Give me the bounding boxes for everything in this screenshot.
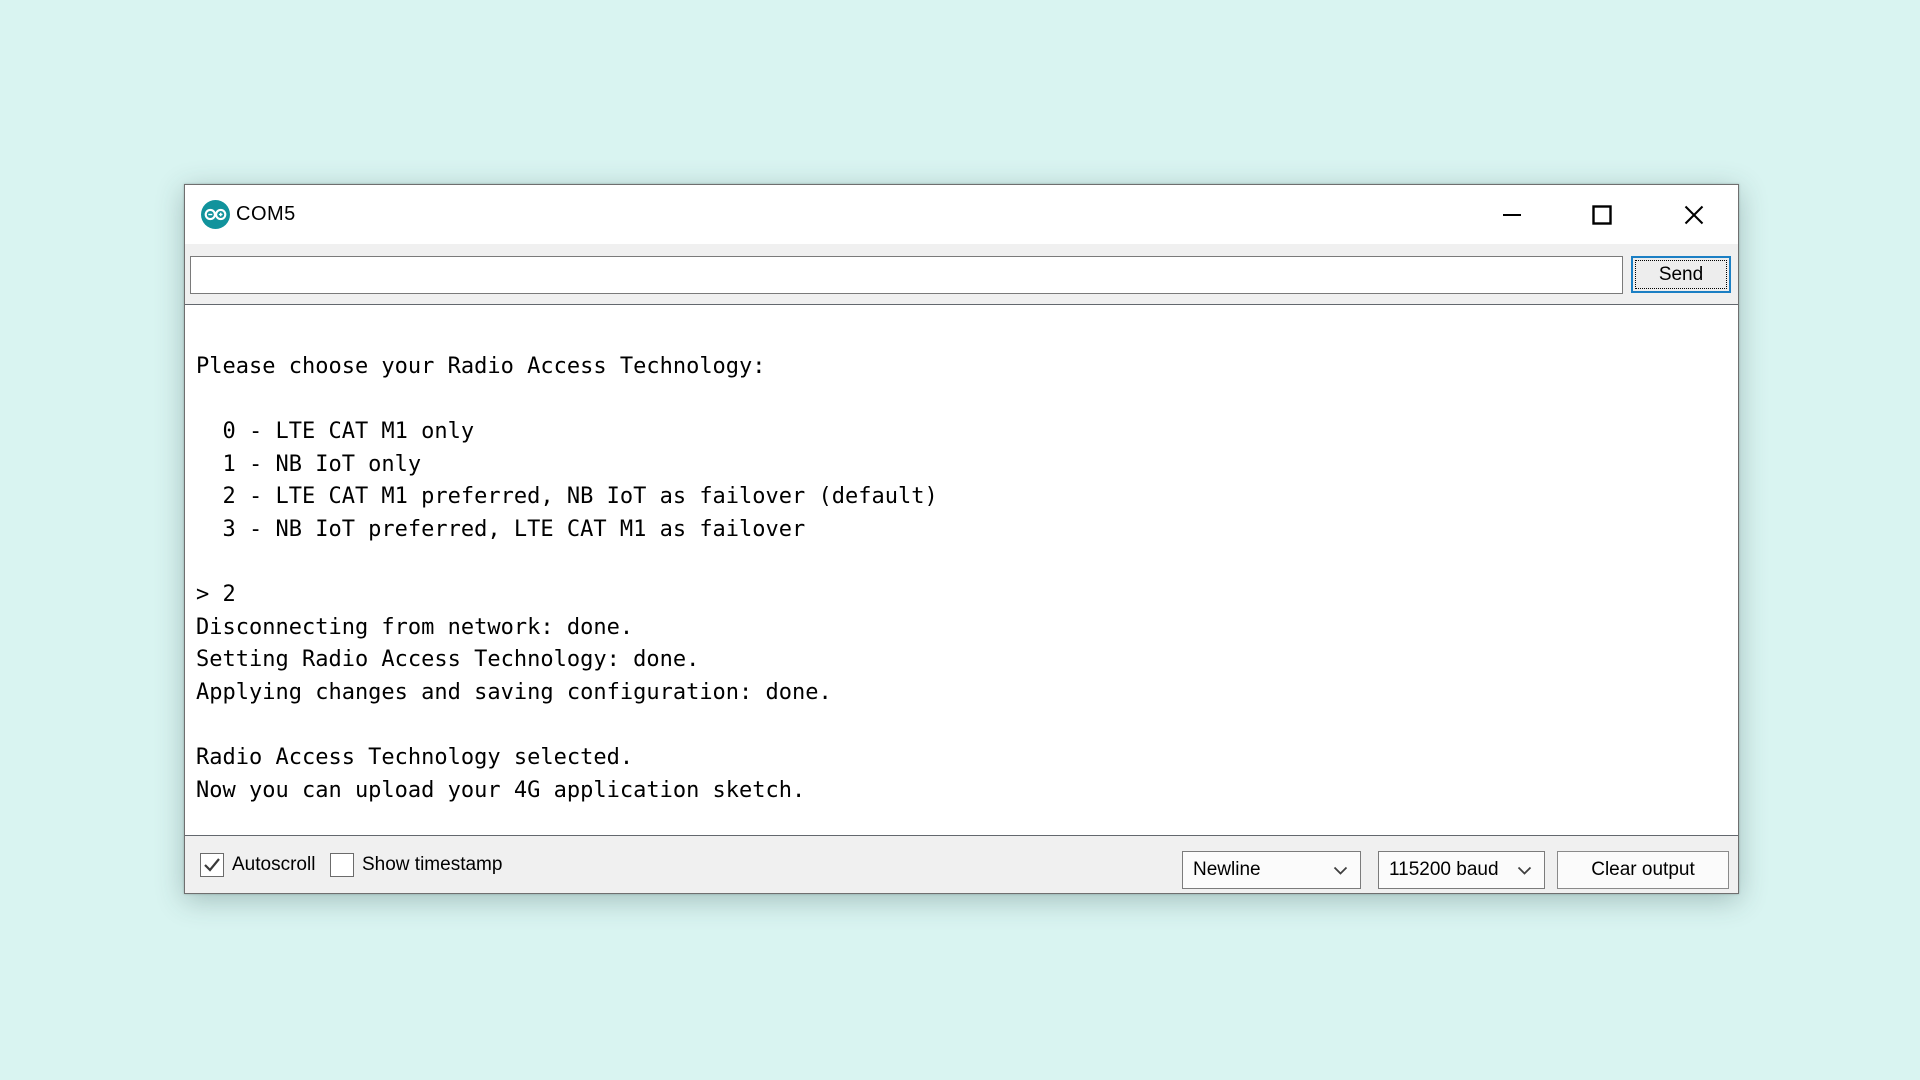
show-timestamp-checkbox[interactable] <box>330 853 354 877</box>
status-bar: Autoscroll Show timestamp Newline 115200… <box>185 836 1738 893</box>
maximize-icon <box>1592 205 1612 225</box>
send-button[interactable]: Send <box>1631 256 1731 293</box>
minimize-button[interactable] <box>1482 185 1542 244</box>
show-timestamp-label: Show timestamp <box>362 854 502 876</box>
serial-output-area[interactable]: Please choose your Radio Access Technolo… <box>185 304 1738 836</box>
console-line: Setting Radio Access Technology: done. <box>196 644 1738 677</box>
console-line: Disconnecting from network: done. <box>196 612 1738 645</box>
window-title: COM5 <box>236 185 296 244</box>
title-bar[interactable]: COM5 <box>185 185 1738 244</box>
console-line: 2 - LTE CAT M1 preferred, NB IoT as fail… <box>196 481 1738 514</box>
autoscroll-label: Autoscroll <box>232 854 315 876</box>
chevron-down-icon <box>1333 866 1348 875</box>
console-line: Please choose your Radio Access Technolo… <box>196 351 1738 384</box>
serial-input[interactable] <box>190 256 1623 294</box>
show-timestamp-checkbox-group[interactable]: Show timestamp <box>330 836 502 893</box>
baud-rate-value: 115200 baud <box>1389 859 1499 881</box>
clear-output-button[interactable]: Clear output <box>1557 851 1729 889</box>
send-toolbar: Send <box>185 244 1738 304</box>
console-line <box>196 384 1738 417</box>
baud-rate-select[interactable]: 115200 baud <box>1378 851 1545 889</box>
checkmark-icon <box>203 857 221 873</box>
console-line <box>196 710 1738 743</box>
serial-monitor-window: COM5 Send Please choose your Radio Acces… <box>184 184 1739 894</box>
maximize-button[interactable] <box>1572 185 1632 244</box>
line-ending-select[interactable]: Newline <box>1182 851 1361 889</box>
chevron-down-icon <box>1517 866 1532 875</box>
console-line: Now you can upload your 4G application s… <box>196 775 1738 808</box>
close-button[interactable] <box>1664 185 1724 244</box>
console-line: Applying changes and saving configuratio… <box>196 677 1738 710</box>
minimize-icon <box>1502 205 1522 225</box>
console-line: 0 - LTE CAT M1 only <box>196 416 1738 449</box>
console-line: > 2 <box>196 579 1738 612</box>
line-ending-value: Newline <box>1193 859 1261 881</box>
console-line: 3 - NB IoT preferred, LTE CAT M1 as fail… <box>196 514 1738 547</box>
console-line: Radio Access Technology selected. <box>196 742 1738 775</box>
console-line <box>196 547 1738 580</box>
arduino-logo-icon <box>201 200 230 229</box>
autoscroll-checkbox[interactable] <box>200 853 224 877</box>
autoscroll-checkbox-group[interactable]: Autoscroll <box>200 836 315 893</box>
close-icon <box>1684 205 1704 225</box>
console-line: 1 - NB IoT only <box>196 449 1738 482</box>
